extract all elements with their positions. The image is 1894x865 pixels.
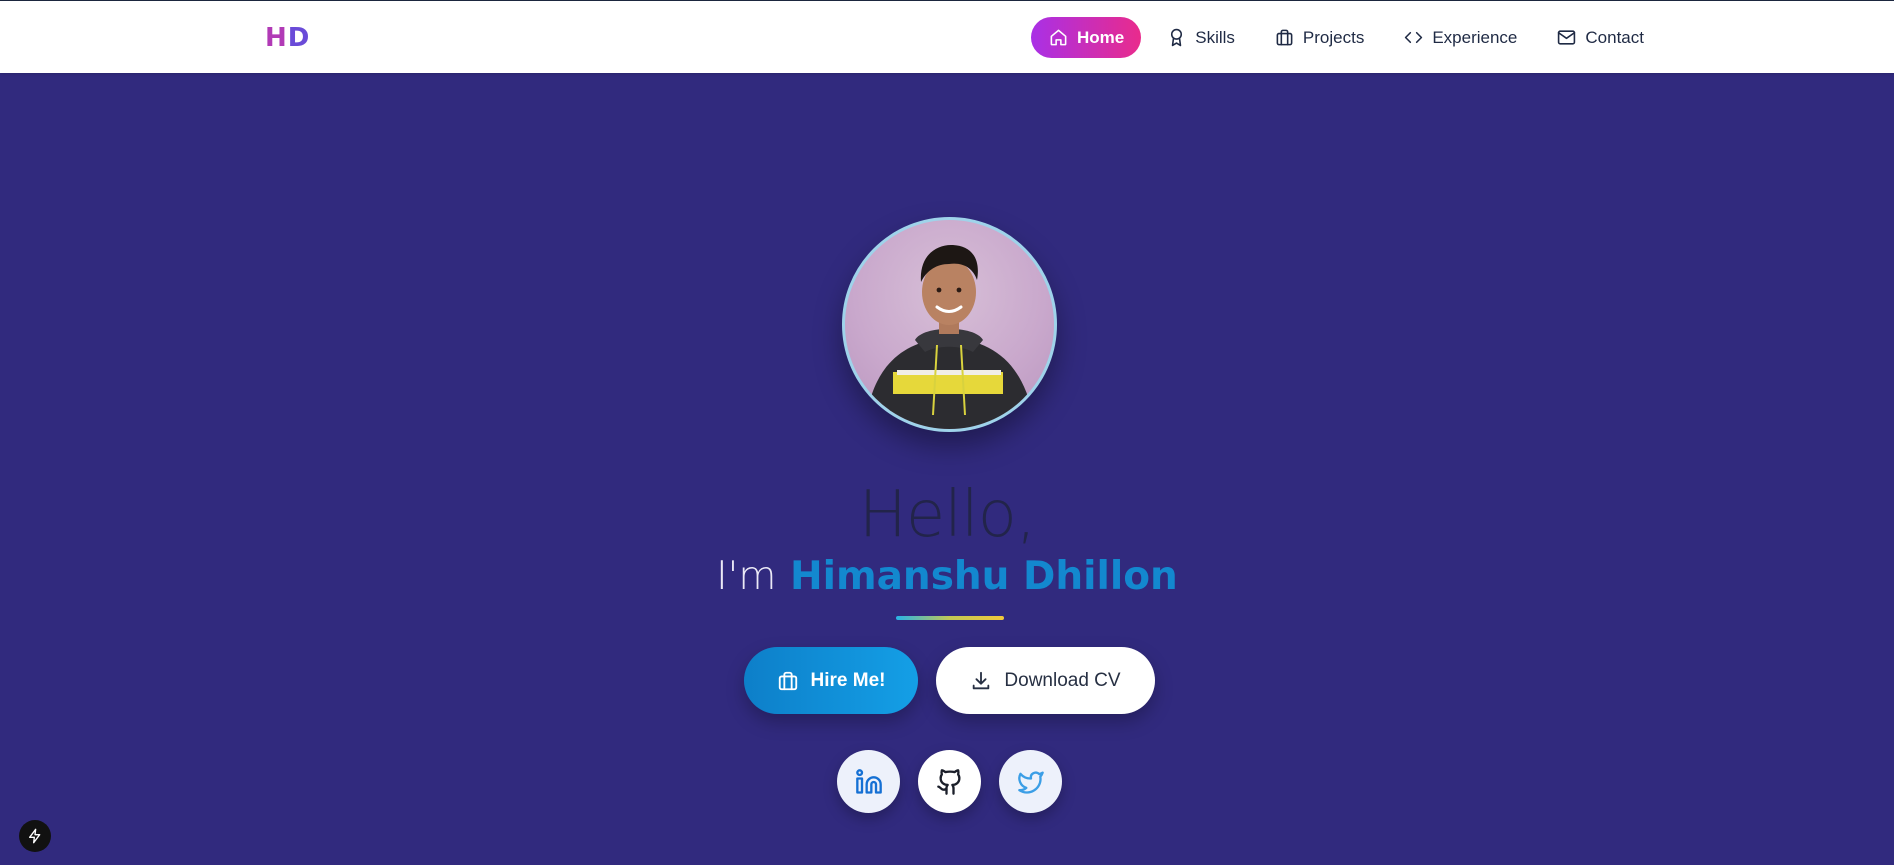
twitter-link[interactable] [999, 750, 1062, 813]
twitter-icon [1017, 771, 1044, 794]
greeting-heading: Hello, [858, 478, 1037, 552]
intro-heading: I'm Himanshu Dhillon [0, 553, 1894, 601]
download-icon [973, 671, 990, 689]
github-icon [936, 768, 961, 795]
main-nav: Home Skills Projects Experience Contact [1031, 17, 1644, 58]
logo[interactable]: HD [265, 23, 310, 53]
navbar: HD Home Skills Projects Experience Conta… [0, 1, 1894, 73]
briefcase-icon [1276, 29, 1293, 46]
download-cv-button[interactable]: Download CV [936, 647, 1155, 714]
hire-me-label: Hire Me! [810, 669, 886, 691]
code-icon [1405, 31, 1423, 44]
gradient-underline [896, 616, 1004, 620]
download-cv-label: Download CV [1004, 669, 1121, 691]
avatar [842, 217, 1057, 432]
nav-label-projects: Projects [1302, 27, 1365, 47]
linkedin-icon [855, 768, 882, 794]
linkedin-link[interactable] [837, 750, 900, 813]
intro-prefix: I'm [716, 554, 777, 599]
mail-icon [1558, 30, 1576, 45]
profile-photo [865, 244, 1035, 429]
nav-item-projects[interactable]: Projects [1275, 17, 1364, 58]
nav-label-experience: Experience [1432, 27, 1518, 47]
hire-me-button[interactable]: Hire Me! [744, 647, 918, 714]
intro-name: Himanshu Dhillon [789, 554, 1178, 599]
github-link[interactable] [918, 750, 981, 813]
award-icon [1171, 28, 1183, 47]
briefcase-icon [778, 671, 797, 690]
nav-item-experience[interactable]: Experience [1404, 17, 1517, 58]
dev-tools-badge[interactable] [19, 820, 51, 852]
lightning-icon [29, 828, 41, 844]
logo-letter-h: H [265, 23, 288, 53]
nav-item-home[interactable]: Home [1031, 17, 1142, 58]
nav-label-contact: Contact [1585, 27, 1644, 47]
nav-label-home: Home [1077, 27, 1125, 47]
logo-letter-d: D [287, 23, 311, 53]
nav-label-skills: Skills [1195, 27, 1235, 47]
nav-item-contact[interactable]: Contact [1557, 17, 1644, 58]
home-icon [1050, 29, 1067, 46]
nav-item-skills[interactable]: Skills [1167, 17, 1235, 58]
